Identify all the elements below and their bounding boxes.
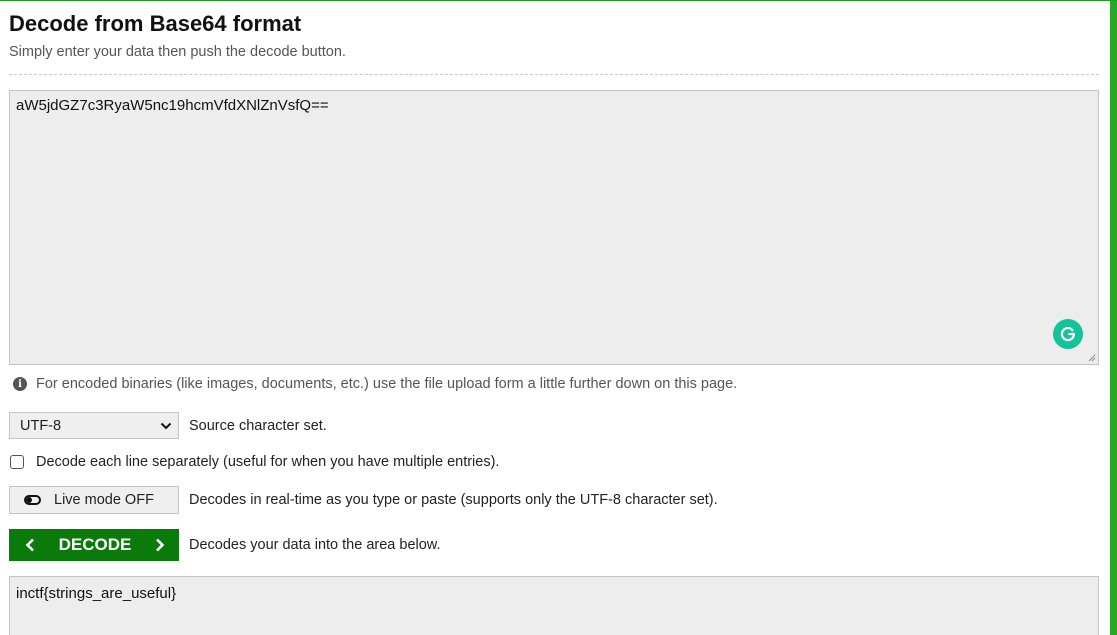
live-mode-description: Decodes in real-time as you type or past…: [189, 492, 718, 508]
decode-description: Decodes your data into the area below.: [189, 537, 441, 553]
info-icon: i: [13, 377, 27, 391]
charset-row: UTF-8 Source character set.: [9, 412, 327, 439]
each-line-row: Decode each line separately (useful for …: [9, 454, 499, 470]
live-mode-row: Live mode OFF Decodes in real-time as yo…: [9, 486, 718, 514]
decode-row: DECODE Decodes your data into the area b…: [9, 529, 441, 561]
chevron-right-icon: [156, 538, 165, 552]
resize-grip-icon[interactable]: [1087, 353, 1096, 362]
page-title: Decode from Base64 format: [9, 11, 302, 36]
decode-button[interactable]: DECODE: [9, 529, 179, 561]
decode-button-label: DECODE: [58, 535, 132, 554]
output-value: inctf{strings_are_useful}: [16, 585, 177, 602]
decode-each-line-checkbox[interactable]: [10, 455, 24, 469]
decoded-output-textarea[interactable]: inctf{strings_are_useful}: [9, 576, 1099, 635]
charset-label: Source character set.: [189, 417, 327, 434]
charset-selected-value: UTF-8: [20, 417, 62, 434]
live-mode-button-label: Live mode OFF: [54, 492, 154, 508]
window-edge: [1110, 1, 1117, 635]
info-note: i For encoded binaries (like images, doc…: [13, 376, 737, 392]
chevron-left-icon: [25, 538, 34, 552]
page-subtitle: Simply enter your data then push the dec…: [9, 44, 346, 60]
divider: [9, 74, 1099, 75]
charset-select[interactable]: UTF-8: [9, 412, 179, 439]
grammarly-icon[interactable]: [1053, 319, 1083, 349]
info-text: For encoded binaries (like images, docum…: [36, 376, 738, 392]
decode-each-line-label[interactable]: Decode each line separately (useful for …: [36, 454, 499, 470]
chevron-down-icon: [160, 422, 172, 429]
base64-input-textarea[interactable]: aW5jdGZ7c3RyaW5nc19hcmVfdXNlZnVsfQ==: [9, 90, 1099, 365]
input-value: aW5jdGZ7c3RyaW5nc19hcmVfdXNlZnVsfQ==: [16, 97, 329, 114]
toggle-off-icon: [24, 495, 41, 505]
live-mode-button[interactable]: Live mode OFF: [9, 486, 179, 514]
page: Decode from Base64 format Simply enter y…: [0, 0, 1117, 635]
